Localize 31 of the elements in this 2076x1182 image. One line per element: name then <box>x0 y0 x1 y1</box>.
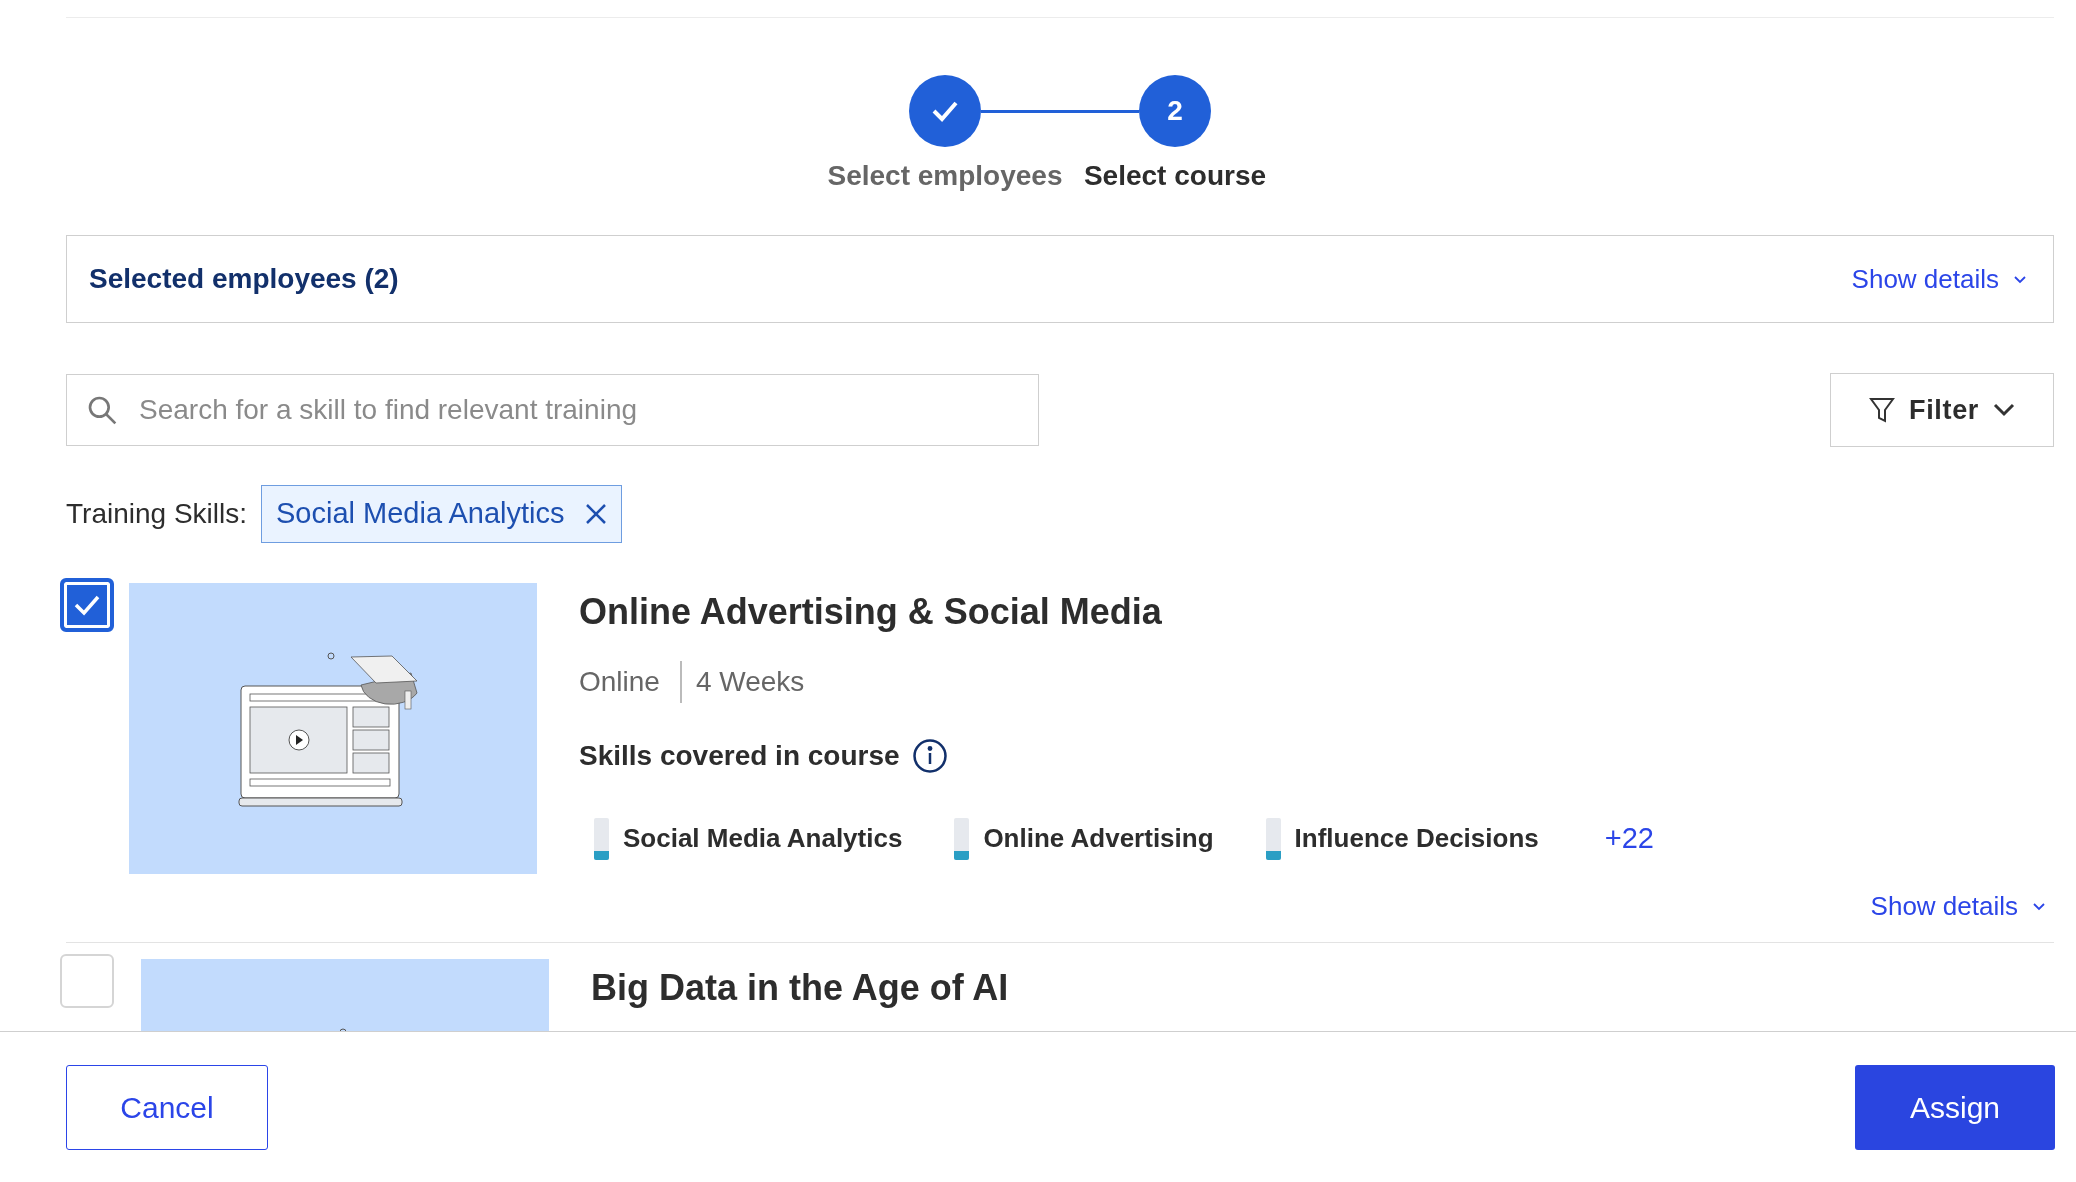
filter-icon <box>1868 396 1895 424</box>
course-title[interactable]: Big Data in the Age of AI <box>591 960 2054 1015</box>
course-duration: 4 Weeks <box>694 665 805 699</box>
cancel-button[interactable]: Cancel <box>66 1064 268 1150</box>
chip-label: Social Media Analytics <box>276 496 565 532</box>
course-title[interactable]: Online Advertising & Social Media <box>579 585 2054 639</box>
course-format: Online <box>579 661 682 703</box>
skill-name: Online Advertising <box>983 822 1214 856</box>
filter-button[interactable]: Filter <box>1830 373 2054 447</box>
skills-heading: Skills covered in course <box>579 739 900 773</box>
step-label: Select course <box>1083 159 1267 193</box>
close-icon[interactable] <box>584 503 607 525</box>
assign-button[interactable]: Assign <box>1855 1064 2055 1150</box>
skill-name: Social Media Analytics <box>623 822 903 856</box>
step-label: Select employees <box>827 159 1063 193</box>
info-icon[interactable] <box>911 738 948 774</box>
chevron-icon <box>1993 403 2016 417</box>
show-details-link[interactable]: Show details <box>1851 259 2027 299</box>
section-title: Selected employees (2) <box>89 262 399 296</box>
check-icon <box>931 100 959 122</box>
skill-name: Influence Decisions <box>1294 822 1539 856</box>
check-icon <box>73 594 101 616</box>
search-field[interactable]: Search for a skill to find relevant training <box>66 374 1039 446</box>
search-icon <box>86 394 118 426</box>
chevron-icon <box>2013 274 2027 284</box>
more-skills-link[interactable]: +22 <box>1604 817 1654 861</box>
training-skills-label: Training Skills: <box>66 497 247 531</box>
show-details-link[interactable]: Show details <box>1870 886 2046 926</box>
chevron-icon <box>2032 901 2046 911</box>
step-indicator: 2 <box>1139 75 1211 147</box>
checkbox[interactable] <box>60 578 114 632</box>
